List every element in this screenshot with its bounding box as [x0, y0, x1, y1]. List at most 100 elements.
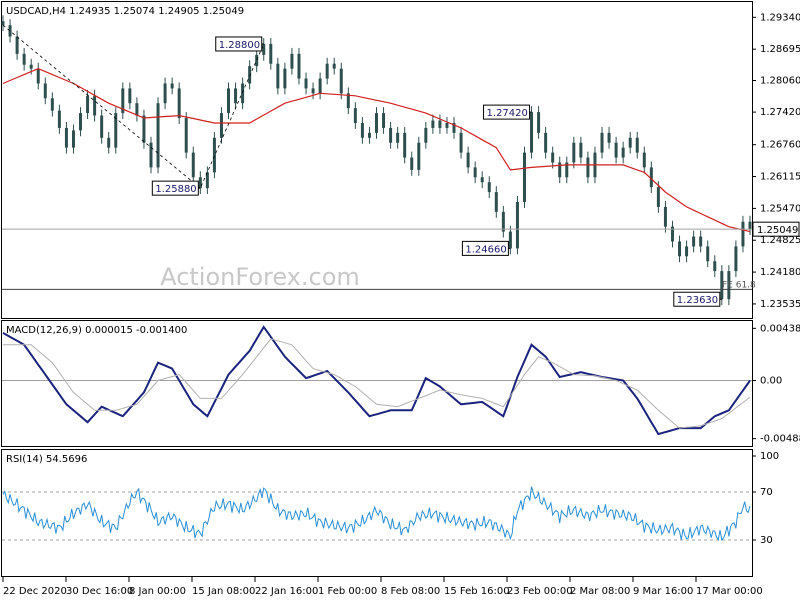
candle-body [445, 122, 449, 128]
price-ytick-label: 1.27420 [760, 107, 800, 118]
candle-body [198, 177, 202, 189]
price-title: USDCAD,H4 1.24935 1.25074 1.24905 1.2504… [6, 6, 244, 17]
price-ytick-label: 1.23535 [760, 299, 800, 310]
price-panel-frame [1, 1, 753, 319]
price-layer: FE 61.8 1.28800 1.25880 1.27420 1.24660 1.236… [1, 15, 756, 307]
chart-root: ActionForex.com FE 61.8 1.28800 1.25880 1.2… [0, 0, 800, 600]
candle-body [713, 261, 717, 272]
macd-ytick-label: 0.00 [760, 376, 782, 387]
candle-body [607, 132, 611, 143]
candle-body [332, 63, 336, 69]
rsi-title: RSI(14) 54.5696 [6, 454, 87, 465]
rsi-ytick-label: 70 [760, 487, 773, 498]
candle-body [283, 68, 287, 89]
candle-body [424, 127, 428, 143]
callout-label: 1.25880 [155, 184, 196, 195]
candle-body [304, 78, 308, 89]
rsi-line [2, 486, 751, 541]
candle-body [389, 127, 393, 143]
candle-body [290, 53, 294, 69]
candle-body [86, 95, 90, 114]
candle-body [79, 113, 83, 131]
candle-body [579, 142, 583, 158]
candle-body [318, 78, 322, 94]
candle-body [586, 157, 590, 178]
price-ytick-label: 1.26760 [760, 140, 800, 151]
candle-body [50, 98, 54, 111]
candle-body [219, 113, 223, 138]
rsi-layer [2, 486, 752, 541]
watermark: ActionForex.com [160, 263, 360, 291]
price-ytick-label: 1.25470 [760, 203, 800, 214]
candle-body [128, 88, 132, 104]
fib-label: FE 61.8 [722, 280, 756, 290]
candle-body [8, 25, 12, 37]
macd-ytick-label: 0.004383 [760, 323, 800, 334]
candle-body [706, 246, 710, 262]
candle-body [431, 120, 435, 128]
candle-body [297, 53, 301, 79]
price-ytick-label: 1.28695 [760, 44, 800, 55]
candle-body [149, 142, 153, 168]
candle-body [537, 112, 541, 133]
candle-body [544, 132, 548, 153]
candle-body [438, 120, 442, 128]
candle-body [741, 221, 745, 247]
candle-body [262, 43, 266, 55]
candle-body [466, 152, 470, 168]
rsi-ytick-label: 100 [760, 451, 779, 462]
candle-body [241, 83, 245, 104]
callout-label: 1.23630 [677, 295, 718, 306]
candle-body [177, 88, 181, 119]
candle-body [656, 187, 660, 207]
x-tick-label: 22 Jan 16:00 [255, 586, 318, 597]
candle-body [494, 192, 498, 212]
x-tick-label: 15 Feb 16:00 [444, 586, 510, 597]
candle-body [635, 137, 639, 153]
x-tick-label: 30 Dec 16:00 [66, 586, 133, 597]
candle-body [170, 83, 174, 89]
candle-body [699, 236, 703, 247]
macd-ytick-label: -0.004882 [760, 434, 800, 445]
candle-body [459, 132, 463, 153]
candle-body [410, 157, 414, 170]
candle-body [551, 152, 555, 163]
candle-body [382, 113, 386, 128]
candle-body [142, 115, 146, 143]
candle-body [255, 54, 259, 67]
x-tick-label: 1 Feb 00:00 [318, 586, 377, 597]
candle-body [558, 162, 562, 178]
candle-body [311, 88, 315, 94]
candle-body [501, 211, 505, 232]
candle-body [642, 152, 646, 168]
candle-body [734, 246, 738, 272]
candle-body [692, 236, 696, 247]
price-ytick-label: 1.28060 [760, 76, 800, 87]
candle-body [473, 167, 477, 178]
candle-body [508, 231, 512, 249]
x-tick-label: 8 Feb 08:00 [381, 586, 440, 597]
x-tick-label: 17 Mar 00:00 [696, 586, 763, 597]
candle-body [163, 83, 167, 104]
candle-body [191, 152, 195, 178]
x-tick-label: 23 Feb 00:00 [507, 586, 573, 597]
candle-body [748, 221, 752, 230]
candle-body [135, 103, 139, 116]
candle-body [234, 88, 238, 104]
chart-svg: ActionForex.com FE 61.8 1.28800 1.25880 1.2… [1, 1, 800, 597]
candle-body [417, 142, 421, 170]
candle-body [43, 83, 47, 99]
candle-body [403, 132, 407, 158]
macd-layer [2, 325, 752, 436]
candle-body [530, 112, 534, 153]
candle-body [57, 110, 61, 128]
candle-body [184, 118, 188, 153]
candle-body [367, 132, 371, 138]
candle-body [276, 63, 280, 89]
price-ytick-label: 1.24825 [760, 235, 800, 246]
callout-label: 1.27420 [487, 108, 528, 119]
price-ytick-label: 1.29340 [760, 12, 800, 23]
candle-body [663, 206, 667, 227]
candle-body [71, 130, 75, 148]
macd-title: MACD(12,26,9) 0.000015 -0.001400 [6, 325, 187, 336]
